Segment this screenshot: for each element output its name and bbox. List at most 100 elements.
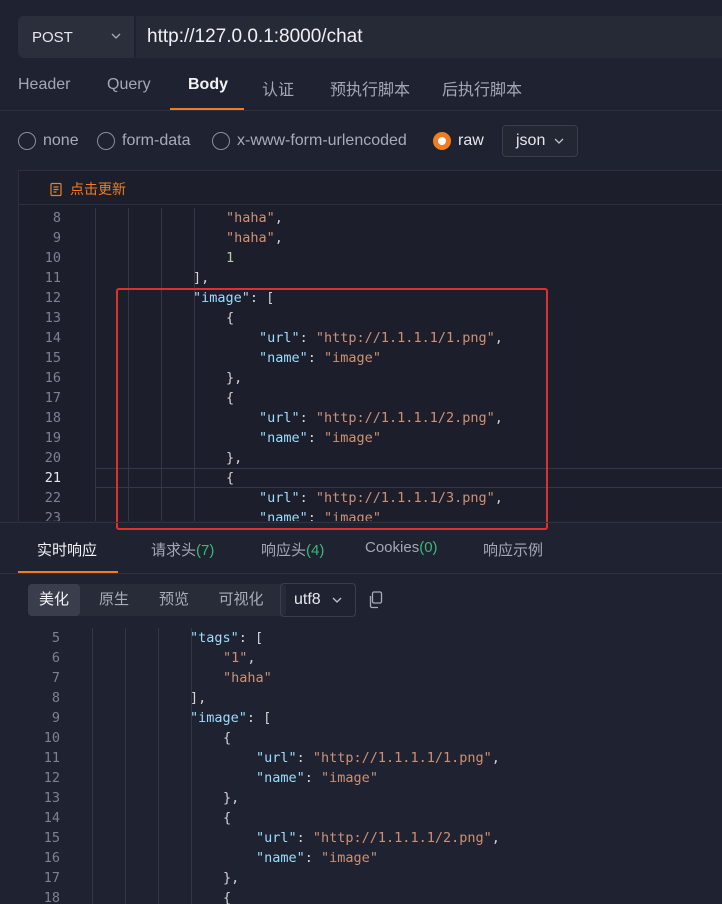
code-text: { [223, 888, 231, 904]
line-number: 20 [44, 450, 61, 466]
radio-raw[interactable]: raw [433, 132, 484, 150]
tab-body[interactable]: Body [188, 76, 228, 94]
tab-auth[interactable]: 认证 [262, 76, 294, 100]
code-token: "url" [256, 750, 297, 766]
tab-count: (4) [306, 542, 325, 559]
line-number: 11 [44, 270, 61, 286]
copy-icon[interactable] [368, 591, 384, 609]
radio-x-www-form-urlencoded[interactable]: x-www-form-urlencoded [212, 132, 407, 150]
line-number: 10 [43, 730, 60, 746]
radio-none[interactable]: none [18, 132, 79, 150]
code-line: 8 "haha", [19, 208, 722, 228]
annotation-highlight-box [116, 288, 548, 530]
radio-label: x-www-form-urlencoded [237, 132, 407, 149]
edit-document-icon [50, 182, 62, 196]
line-number: 22 [44, 490, 61, 506]
response-code-area[interactable]: 5 "tags": [6 "1", 7 "haha" 8], 9 "image": [10{1… [18, 628, 722, 904]
encoding-select[interactable]: utf8 [280, 583, 356, 617]
line-number: 16 [43, 850, 60, 866]
chevron-down-icon [111, 33, 121, 39]
view-beautify[interactable]: 美化 [28, 584, 80, 616]
method-label: POST [32, 28, 73, 46]
encoding-label: utf8 [294, 591, 321, 608]
view-raw[interactable]: 原生 [88, 584, 140, 616]
code-token: }, [223, 790, 240, 806]
code-token: "image" [321, 770, 378, 786]
chevron-down-icon [332, 597, 342, 603]
raw-format-label: json [516, 132, 546, 149]
active-tab-indicator [18, 571, 118, 573]
raw-format-select[interactable]: json [502, 125, 578, 157]
request-tabs: Header Query Body 认证 预执行脚本 后执行脚本 [0, 62, 722, 111]
response-tabs: 实时响应 请求头(7) 响应头(4) Cookies(0) 响应示例 [0, 522, 722, 574]
code-line: 16 "name": "image" [18, 848, 722, 868]
tab-label: Cookies [365, 539, 420, 556]
code-token: 1 [226, 250, 235, 266]
radio-circle-icon [212, 132, 230, 150]
tab-post-script[interactable]: 后执行脚本 [442, 76, 522, 100]
line-number: 12 [44, 290, 61, 306]
code-token: , [274, 230, 283, 246]
code-text: "haha", [226, 208, 283, 228]
tab-header[interactable]: Header [18, 76, 70, 94]
line-number: 21 [44, 470, 61, 486]
code-line: 18 { [18, 888, 722, 904]
radio-form-data[interactable]: form-data [97, 132, 190, 150]
line-number: 13 [44, 310, 61, 326]
code-text: "image": [ [190, 708, 271, 728]
tab-pre-script[interactable]: 预执行脚本 [330, 76, 410, 100]
code-token: ], [190, 690, 207, 706]
code-text: "1", [223, 648, 256, 668]
code-line: 7 "haha" [18, 668, 722, 688]
code-token: : [296, 750, 313, 766]
line-number: 16 [44, 370, 61, 386]
line-number: 18 [43, 890, 60, 904]
tab-query[interactable]: Query [107, 76, 151, 94]
line-number: 19 [44, 430, 61, 446]
body-type-radios: none form-data x-www-form-urlencoded raw [0, 122, 722, 160]
line-number: 10 [44, 250, 61, 266]
line-number: 12 [43, 770, 60, 786]
code-text: "name": "image" [256, 848, 378, 868]
radio-selected-icon [433, 132, 451, 150]
code-text: { [223, 808, 231, 828]
code-token: { [223, 730, 232, 746]
method-select[interactable]: POST [18, 16, 134, 58]
line-number: 6 [51, 650, 60, 666]
code-line: 11 "url": "http://1.1.1.1/1.png", [18, 748, 722, 768]
url-bar: POST http://127.0.0.1:8000/chat [0, 0, 722, 62]
update-button-label: 点击更新 [70, 181, 126, 197]
code-line: 5 "tags": [ [18, 628, 722, 648]
code-text: "url": "http://1.1.1.1/1.png", [256, 748, 500, 768]
update-button[interactable]: 点击更新 [49, 179, 126, 199]
code-text: ], [193, 268, 209, 288]
code-token: "tags" [190, 630, 239, 646]
line-number: 17 [44, 390, 61, 406]
code-token: "image" [190, 710, 247, 726]
code-token: , [491, 830, 500, 846]
code-line: 9 "haha", [19, 228, 722, 248]
view-visualize[interactable]: 可视化 [208, 584, 274, 616]
tab-response-headers[interactable]: 响应头(4) [261, 539, 324, 560]
tab-request-headers[interactable]: 请求头(7) [151, 539, 214, 560]
code-token: : [296, 830, 313, 846]
radio-label: none [43, 132, 79, 149]
tab-cookies[interactable]: Cookies(0) [365, 539, 438, 556]
tab-label: 实时响应 [37, 542, 98, 559]
tab-response-examples[interactable]: 响应示例 [483, 539, 543, 560]
radio-label: form-data [122, 132, 191, 149]
code-token: "haha" [223, 670, 272, 686]
code-token: : [ [246, 710, 272, 726]
url-input[interactable]: http://127.0.0.1:8000/chat [136, 16, 722, 58]
view-preview[interactable]: 预览 [148, 584, 200, 616]
tab-label: 响应示例 [483, 542, 544, 559]
code-text: "haha" [223, 668, 272, 688]
line-number: 11 [43, 750, 60, 766]
line-number: 15 [44, 350, 61, 366]
code-text: 1 [226, 248, 234, 268]
tab-live-response[interactable]: 实时响应 [37, 539, 97, 560]
code-line: 10 1 [19, 248, 722, 268]
radio-label: raw [458, 132, 484, 149]
radio-circle-icon [97, 132, 115, 150]
code-line: 9 "image": [ [18, 708, 722, 728]
